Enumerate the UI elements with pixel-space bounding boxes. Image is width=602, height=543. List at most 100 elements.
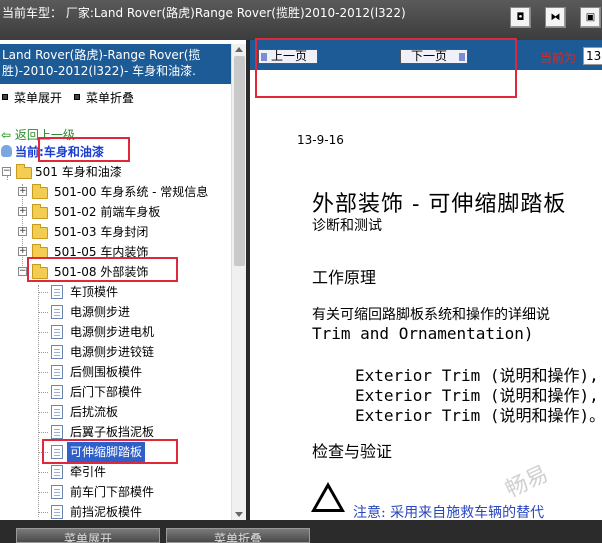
tree-item[interactable]: 后扰流板 bbox=[0, 402, 230, 422]
tree-line bbox=[38, 332, 48, 333]
document-icon bbox=[51, 325, 63, 339]
doc-paragraph-continued: Trim and Ornamentation) bbox=[312, 324, 534, 343]
collapse-all-link[interactable]: 菜单折叠 bbox=[74, 89, 134, 106]
folder-open-icon bbox=[32, 264, 48, 279]
bottom-bar: 菜单展开 菜单折叠 bbox=[0, 520, 602, 543]
tree-line bbox=[38, 392, 48, 393]
document-icon bbox=[51, 365, 63, 379]
bottom-collapse-button[interactable]: 菜单折叠 bbox=[166, 528, 310, 543]
expand-toggle-icon[interactable]: + bbox=[18, 187, 27, 196]
tree-line bbox=[38, 512, 48, 513]
tree-group[interactable]: + 501-03 车身封闭 bbox=[0, 222, 230, 242]
doc-paragraph: 有关可缩回路脚板系统和操作的详细说 bbox=[312, 307, 550, 323]
prev-page-button[interactable]: 上一页 bbox=[258, 49, 318, 64]
back-link[interactable]: ⇦ 返回上一级 bbox=[1, 126, 75, 143]
doc-reference[interactable]: Exterior Trim (说明和操作)。 bbox=[355, 402, 602, 426]
expand-all-label: 菜单展开 bbox=[14, 91, 63, 105]
collapse-toggle-icon[interactable]: − bbox=[2, 167, 11, 176]
double-page-icon: ⧓ bbox=[550, 12, 561, 23]
tree-item[interactable]: 前挡泥板模件 bbox=[0, 502, 230, 522]
collapse-icon bbox=[74, 94, 80, 100]
tree-group-label: 501-05 车内装饰 bbox=[54, 245, 149, 259]
tree-line bbox=[38, 292, 48, 293]
tree-line bbox=[38, 372, 48, 373]
tree-item-label: 牵引件 bbox=[70, 465, 107, 479]
tree-item-label: 前挡泥板模件 bbox=[70, 505, 143, 519]
scroll-thumb[interactable] bbox=[234, 56, 245, 266]
bottom-expand-button[interactable]: 菜单展开 bbox=[16, 528, 160, 543]
tree-item-label: 后门下部模件 bbox=[70, 385, 143, 399]
next-page-button[interactable]: 下一页 bbox=[400, 49, 468, 64]
document-icon bbox=[51, 425, 63, 439]
next-arrow-icon bbox=[459, 53, 465, 61]
sidebar-header-line2: 胜)-2010-2012(l322)- 车身和油漆. bbox=[2, 64, 196, 78]
page-number-input[interactable]: 139 bbox=[583, 47, 602, 65]
back-label: 返回上一级 bbox=[14, 128, 75, 142]
tree-group[interactable]: + 501-05 车内装饰 bbox=[0, 242, 230, 262]
tree-item[interactable]: 电源侧步进铰链 bbox=[0, 342, 230, 362]
document-icon bbox=[51, 345, 63, 359]
current-model-title: 当前车型： 厂家:Land Rover(路虎)Range Rover(揽胜)20… bbox=[2, 6, 406, 20]
doc-heading-principle: 工作原理 bbox=[312, 268, 377, 287]
scroll-up-icon[interactable] bbox=[235, 47, 243, 52]
tree-item-label: 电源侧步进电机 bbox=[70, 325, 155, 339]
current-prefix: 当前: bbox=[15, 145, 44, 159]
single-page-icon: ◘ bbox=[516, 12, 525, 23]
tree-item[interactable]: 后门下部模件 bbox=[0, 382, 230, 402]
sidebar-scrollbar[interactable] bbox=[231, 44, 246, 520]
tree-item-selected[interactable]: 可伸缩脚踏板 bbox=[0, 442, 230, 462]
tree-group[interactable]: + 501-02 前端车身板 bbox=[0, 202, 230, 222]
folder-open-icon bbox=[16, 164, 32, 179]
toolbar-btn-2[interactable]: ⧓ bbox=[545, 7, 566, 28]
current-value: 车身和油漆 bbox=[43, 145, 104, 159]
folder-icon bbox=[32, 224, 48, 239]
expand-toggle-icon[interactable]: + bbox=[18, 207, 27, 216]
document-icon bbox=[51, 405, 63, 419]
folder-icon bbox=[32, 204, 48, 219]
tree-item[interactable]: 车顶模件 bbox=[0, 282, 230, 302]
tree-item-label: 后侧围板模件 bbox=[70, 365, 143, 379]
warning-icon bbox=[311, 482, 345, 512]
doc-subtitle: 诊断和测试 bbox=[312, 218, 382, 234]
watermark: 畅易 bbox=[501, 461, 553, 503]
document-icon bbox=[51, 305, 63, 319]
tree-root-label: 501 车身和油漆 bbox=[35, 165, 122, 179]
tree-group[interactable]: + 501-00 车身系统 - 常规信息 bbox=[0, 182, 230, 202]
current-location: 当前:车身和油漆 bbox=[1, 143, 104, 160]
doc-title: 外部装饰 - 可伸缩脚踏板 bbox=[312, 192, 567, 217]
page-nav-bar: 上一页 下一页 当前为 139 bbox=[250, 40, 602, 70]
tree-line bbox=[38, 312, 48, 313]
tree-group-label: 501-03 车身封闭 bbox=[54, 225, 149, 239]
tree-line bbox=[38, 352, 48, 353]
tree-item[interactable]: 后翼子板挡泥板 bbox=[0, 422, 230, 442]
tree-item-label: 后扰流板 bbox=[70, 405, 119, 419]
tree-item[interactable]: 电源侧步进电机 bbox=[0, 322, 230, 342]
expand-toggle-icon[interactable]: + bbox=[18, 227, 27, 236]
document-icon bbox=[51, 485, 63, 499]
toolbar-btn-3[interactable]: ▣ bbox=[580, 7, 601, 28]
tree-item[interactable]: 牵引件 bbox=[0, 462, 230, 482]
document-icon bbox=[51, 445, 63, 459]
toolbar-btn-1[interactable]: ◘ bbox=[510, 7, 531, 28]
tree-item[interactable]: 前车门下部模件 bbox=[0, 482, 230, 502]
prev-arrow-icon bbox=[261, 53, 267, 61]
tree-item-label: 前车门下部模件 bbox=[70, 485, 155, 499]
tree-item-label: 电源侧步进 bbox=[70, 305, 131, 319]
document-viewer: 上一页 下一页 当前为 139 13-9-16 外部装饰 - 可伸缩脚踏板 诊断… bbox=[250, 40, 602, 520]
tree-item[interactable]: 电源侧步进 bbox=[0, 302, 230, 322]
doc-heading-inspection: 检查与验证 bbox=[312, 442, 393, 461]
expand-toggle-icon[interactable]: + bbox=[18, 247, 27, 256]
tree-item[interactable]: 后侧围板模件 bbox=[0, 362, 230, 382]
tree-item-label: 后翼子板挡泥板 bbox=[70, 425, 155, 439]
scroll-down-icon[interactable] bbox=[235, 512, 243, 517]
expand-all-link[interactable]: 菜单展开 bbox=[2, 89, 62, 106]
tree-group-label: 501-08 外部装饰 bbox=[54, 265, 149, 279]
tree-line bbox=[38, 472, 48, 473]
tree-root[interactable]: − 501 车身和油漆 bbox=[0, 162, 230, 182]
collapse-toggle-icon[interactable]: − bbox=[18, 267, 27, 276]
title-bar: 当前车型： 厂家:Land Rover(路虎)Range Rover(揽胜)20… bbox=[0, 0, 602, 40]
location-icon bbox=[1, 145, 12, 157]
folder-icon bbox=[32, 184, 48, 199]
tree-group-expanded[interactable]: − 501-08 外部装饰 bbox=[0, 262, 230, 282]
doc-date: 13-9-16 bbox=[297, 133, 344, 147]
